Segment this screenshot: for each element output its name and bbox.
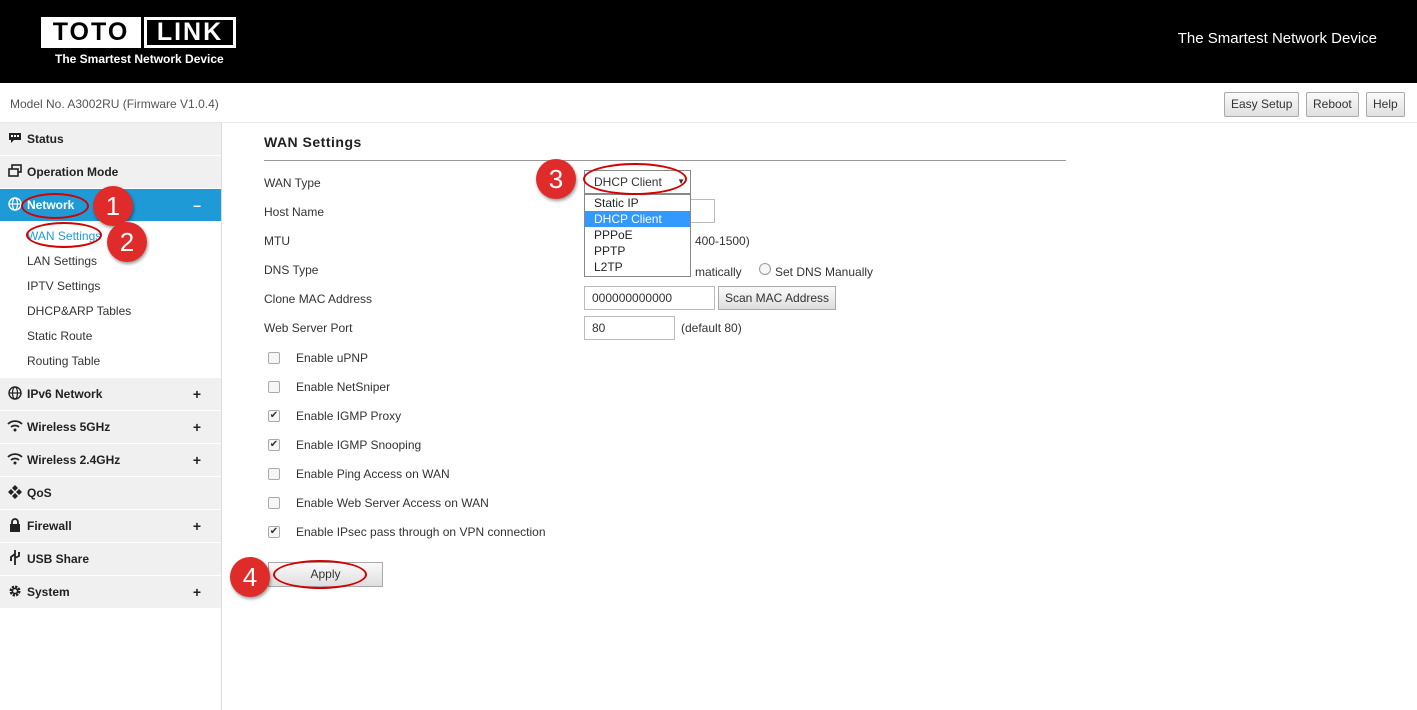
- annotation-marker-4: 4: [230, 557, 270, 597]
- upnp-label: Enable uPNP: [296, 351, 369, 365]
- logo-right-text: LINK: [144, 17, 236, 48]
- easy-setup-button[interactable]: Easy Setup: [1224, 92, 1300, 117]
- wan-type-dropdown: Static IP DHCP Client PPPoE PPTP L2TP: [584, 194, 691, 277]
- ping-access-checkbox[interactable]: [268, 468, 280, 480]
- sidebar-item-ipv6-network[interactable]: IPv6 Network +: [0, 378, 221, 411]
- sidebar-item-usb-share[interactable]: USB Share: [0, 543, 221, 576]
- sidebar-item-wireless-5ghz[interactable]: Wireless 5GHz +: [0, 411, 221, 444]
- option-pppoe[interactable]: PPPoE: [585, 227, 690, 243]
- upnp-checkbox[interactable]: [268, 352, 280, 364]
- reboot-button[interactable]: Reboot: [1306, 92, 1359, 117]
- sidebar-item-label: Wireless 5GHz: [27, 420, 111, 434]
- web-server-port-label: Web Server Port: [264, 321, 353, 335]
- igmp-proxy-label: Enable IGMP Proxy: [296, 409, 402, 423]
- netsniper-checkbox[interactable]: [268, 381, 280, 393]
- sidebar-item-label: USB Share: [27, 552, 90, 566]
- mtu-label: MTU: [264, 234, 290, 248]
- expand-toggle[interactable]: +: [193, 419, 201, 435]
- web-access-label: Enable Web Server Access on WAN: [296, 496, 489, 510]
- igmp-proxy-checkbox[interactable]: ✔: [268, 410, 280, 422]
- sidebar-item-firewall[interactable]: Firewall +: [0, 510, 221, 543]
- title-divider: [264, 160, 1066, 161]
- sidebar-item-label: Operation Mode: [27, 165, 119, 179]
- wifi-icon: [0, 419, 27, 435]
- annotation-marker-2: 2: [107, 222, 147, 262]
- expand-toggle[interactable]: +: [193, 584, 201, 600]
- totolink-logo: TOTO LINK The Smartest Network Device: [41, 17, 236, 67]
- sidebar-sub-iptv-settings[interactable]: IPTV Settings: [0, 274, 221, 299]
- dns-auto-label: matically: [695, 265, 742, 279]
- logo-tagline: The Smartest Network Device: [55, 52, 224, 66]
- gear-icon: [0, 584, 27, 601]
- wan-type-label: WAN Type: [264, 176, 321, 190]
- page-title: WAN Settings: [264, 134, 362, 150]
- expand-toggle[interactable]: +: [193, 518, 201, 534]
- chevron-down-icon: ▼: [677, 177, 685, 186]
- sidebar-item-wireless-2-4ghz[interactable]: Wireless 2.4GHz +: [0, 444, 221, 477]
- mtu-hint: 400-1500): [695, 234, 750, 248]
- wifi-icon: [0, 452, 27, 468]
- option-dhcp-client[interactable]: DHCP Client: [585, 211, 690, 227]
- sidebar-item-label: Status: [27, 132, 64, 146]
- model-bar: Model No. A3002RU (Firmware V1.0.4) Easy…: [0, 83, 1417, 123]
- dns-manual-radio[interactable]: [759, 263, 771, 275]
- globe-icon: [0, 196, 27, 214]
- wan-type-selected: DHCP Client: [594, 175, 662, 189]
- option-l2tp[interactable]: L2TP: [585, 259, 690, 275]
- dns-type-label: DNS Type: [264, 263, 319, 277]
- host-name-label: Host Name: [264, 205, 325, 219]
- header-tagline: The Smartest Network Device: [1177, 30, 1377, 47]
- usb-icon: [0, 550, 27, 568]
- expand-toggle[interactable]: +: [193, 386, 201, 402]
- header-bar: TOTO LINK The Smartest Network Device Th…: [0, 0, 1417, 83]
- sidebar-item-label: IPv6 Network: [27, 387, 103, 401]
- sidebar-sub-static-route[interactable]: Static Route: [0, 324, 221, 349]
- sidebar-item-operation-mode[interactable]: Operation Mode: [0, 156, 221, 189]
- model-number: Model No. A3002RU (Firmware V1.0.4): [10, 97, 219, 111]
- igmp-snooping-label: Enable IGMP Snooping: [296, 438, 422, 452]
- sidebar-item-label: Firewall: [27, 519, 72, 533]
- collapse-toggle[interactable]: –: [193, 197, 201, 213]
- sidebar-sub-routing-table[interactable]: Routing Table: [0, 349, 221, 374]
- qos-icon: [0, 484, 27, 502]
- annotation-marker-3: 3: [536, 159, 576, 199]
- annotation-marker-1: 1: [93, 186, 133, 226]
- sidebar-item-label: QoS: [27, 486, 52, 500]
- option-static-ip[interactable]: Static IP: [585, 195, 690, 211]
- chat-icon: [0, 132, 27, 147]
- lock-icon: [0, 517, 27, 535]
- sidebar-sub-dhcp-arp-tables[interactable]: DHCP&ARP Tables: [0, 299, 221, 324]
- ipsec-checkbox[interactable]: ✔: [268, 526, 280, 538]
- igmp-snooping-checkbox[interactable]: ✔: [268, 439, 280, 451]
- wan-type-select[interactable]: DHCP Client ▼: [584, 170, 691, 194]
- expand-toggle[interactable]: +: [193, 452, 201, 468]
- scan-mac-button[interactable]: Scan MAC Address: [718, 286, 837, 310]
- web-port-hint: (default 80): [681, 321, 742, 335]
- web-server-port-input[interactable]: 80: [584, 316, 675, 340]
- sidebar-item-qos[interactable]: QoS: [0, 477, 221, 510]
- sidebar-item-label: Wireless 2.4GHz: [27, 453, 121, 467]
- ping-access-label: Enable Ping Access on WAN: [296, 467, 450, 481]
- netsniper-label: Enable NetSniper: [296, 380, 391, 394]
- window-icon: [0, 164, 27, 180]
- clone-mac-input[interactable]: 000000000000: [584, 286, 715, 310]
- sidebar-item-status[interactable]: Status: [0, 123, 221, 156]
- globe-icon: [0, 385, 27, 403]
- sidebar-item-label: System: [27, 585, 70, 599]
- sidebar-item-system[interactable]: System +: [0, 576, 221, 609]
- dns-manual-label: Set DNS Manually: [775, 265, 874, 279]
- sidebar-item-label: Network: [27, 198, 75, 212]
- ipsec-label: Enable IPsec pass through on VPN connect…: [296, 525, 546, 539]
- option-pptp[interactable]: PPTP: [585, 243, 690, 259]
- clone-mac-label: Clone MAC Address: [264, 292, 373, 306]
- web-access-checkbox[interactable]: [268, 497, 280, 509]
- logo-left-text: TOTO: [41, 17, 141, 48]
- apply-button[interactable]: Apply: [268, 562, 383, 587]
- help-button[interactable]: Help: [1366, 92, 1405, 117]
